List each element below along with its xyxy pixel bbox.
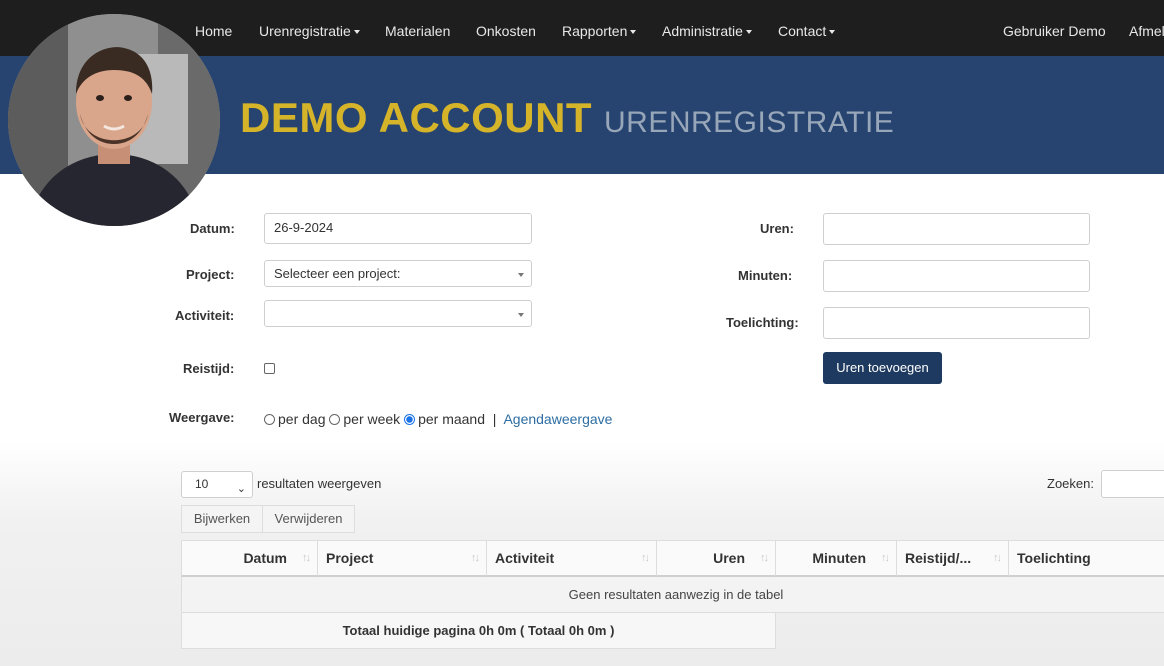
datum-input[interactable]: 26-9-2024 xyxy=(264,213,532,244)
column-header-minuten-label: Minuten xyxy=(812,550,866,566)
sort-icon: ↑↓ xyxy=(641,552,650,564)
column-header-toelichting[interactable]: Toelichting xyxy=(1009,540,1164,577)
nav-rapporten[interactable]: Rapporten xyxy=(562,23,637,39)
caret-down-icon xyxy=(829,30,836,35)
radio-per-maand[interactable] xyxy=(404,414,416,425)
toelichting-label: Toelichting: xyxy=(726,315,799,330)
project-select-value: Selecteer een project: xyxy=(274,266,401,281)
page-length-suffix: resultaten weergeven xyxy=(257,476,382,491)
delete-button[interactable]: Verwijderen xyxy=(262,505,355,533)
page-length-select[interactable]: 10 ⌄ xyxy=(181,471,253,498)
minuten-label: Minuten: xyxy=(738,268,793,283)
nav-logout[interactable]: Afmel xyxy=(1129,23,1164,39)
column-header-datum[interactable]: Datum ↑↓ xyxy=(181,540,318,577)
nav-contact[interactable]: Contact xyxy=(778,23,836,39)
weergave-options: per dag per week per maand | Agendaweerg… xyxy=(264,411,612,427)
column-header-uren-label: Uren xyxy=(713,550,745,566)
nav-contact-label: Contact xyxy=(778,23,827,39)
sort-icon: ↑↓ xyxy=(760,552,769,564)
column-header-datum-label: Datum xyxy=(243,550,287,566)
nav-urenregistratie[interactable]: Urenregistratie xyxy=(259,23,360,39)
radio-per-week-label: per week xyxy=(343,411,401,427)
project-label: Project: xyxy=(186,267,235,282)
caret-down-icon xyxy=(353,30,360,35)
nav-materialen[interactable]: Materialen xyxy=(385,23,450,39)
column-header-activiteit[interactable]: Activiteit ↑↓ xyxy=(487,540,657,577)
nav-home[interactable]: Home xyxy=(195,23,232,39)
caret-down-icon xyxy=(518,273,524,277)
nav-onkosten[interactable]: Onkosten xyxy=(476,23,536,39)
webcam-overlay xyxy=(8,14,220,226)
sort-icon: ↑↓ xyxy=(471,552,480,564)
reistijd-checkbox[interactable] xyxy=(264,363,275,374)
sort-icon: ↑↓ xyxy=(881,552,890,564)
chevron-down-icon: ⌄ xyxy=(236,483,246,495)
datum-label: Datum: xyxy=(190,221,235,236)
separator: | xyxy=(492,411,497,427)
nav-urenregistratie-label: Urenregistratie xyxy=(259,23,351,39)
weergave-label: Weergave: xyxy=(169,410,235,425)
column-header-toelichting-label: Toelichting xyxy=(1017,550,1091,566)
caret-down-icon xyxy=(518,313,524,317)
column-header-activiteit-label: Activiteit xyxy=(495,550,555,566)
column-header-project-label: Project xyxy=(326,550,374,566)
caret-down-icon xyxy=(745,30,752,35)
presenter-image xyxy=(8,14,220,226)
radio-per-dag[interactable] xyxy=(264,414,275,425)
sort-icon: ↑↓ xyxy=(993,552,1002,564)
empty-table-message: Geen resultaten aanwezig in de tabel xyxy=(181,577,1164,613)
column-header-reistijd[interactable]: Reistijd/... ↑↓ xyxy=(897,540,1009,577)
activiteit-select[interactable] xyxy=(264,300,532,327)
activiteit-label: Activiteit: xyxy=(175,308,235,323)
agenda-view-link[interactable]: Agendaweergave xyxy=(503,411,612,427)
nav-administratie[interactable]: Administratie xyxy=(662,23,752,39)
toelichting-input[interactable] xyxy=(823,307,1090,339)
column-header-uren[interactable]: Uren ↑↓ xyxy=(657,540,776,577)
uren-label: Uren: xyxy=(760,221,794,236)
radio-per-maand-label: per maand xyxy=(418,411,486,427)
search-input[interactable] xyxy=(1101,470,1164,498)
column-header-reistijd-label: Reistijd/... xyxy=(905,550,972,566)
update-button[interactable]: Bijwerken xyxy=(181,505,263,533)
banner-subtitle: URENREGISTRATIE xyxy=(604,106,895,139)
table-total-row: Totaal huidige pagina 0h 0m ( Totaal 0h … xyxy=(181,613,776,649)
search-label: Zoeken: xyxy=(1047,476,1094,491)
reistijd-label: Reistijd: xyxy=(183,361,235,376)
project-select[interactable]: Selecteer een project: xyxy=(264,260,532,287)
column-header-project[interactable]: Project ↑↓ xyxy=(318,540,487,577)
minuten-input[interactable] xyxy=(823,260,1090,292)
uren-input[interactable] xyxy=(823,213,1090,245)
radio-per-week[interactable] xyxy=(329,414,341,425)
radio-per-dag-label: per dag xyxy=(278,411,326,427)
nav-administratie-label: Administratie xyxy=(662,23,743,39)
caret-down-icon xyxy=(630,30,637,35)
column-header-minuten[interactable]: Minuten ↑↓ xyxy=(776,540,897,577)
banner-title: DEMO ACCOUNT xyxy=(240,94,593,141)
sort-icon: ↑↓ xyxy=(302,552,311,564)
page-length-value: 10 xyxy=(195,477,209,491)
add-hours-button[interactable]: Uren toevoegen xyxy=(823,352,942,384)
nav-rapporten-label: Rapporten xyxy=(562,23,628,39)
nav-user[interactable]: Gebruiker Demo xyxy=(1003,23,1106,39)
